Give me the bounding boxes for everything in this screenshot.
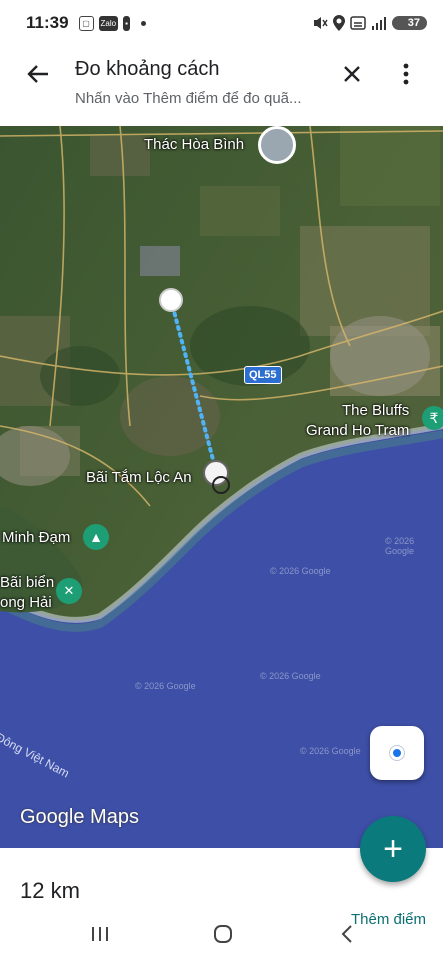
road-sign-ql55: QL55 <box>244 366 282 384</box>
map-watermark: © 2026 Google <box>270 566 331 576</box>
notification-dot-icon <box>140 20 146 26</box>
map-watermark: © 2026 Google <box>260 671 321 681</box>
home-icon[interactable] <box>211 922 235 946</box>
place-label-minh-dam: Minh Đạm <box>2 529 71 546</box>
hotel-marker-icon[interactable]: ₹ <box>422 406 443 430</box>
status-time: 11:39 <box>26 13 69 32</box>
place-label-bai-bien: Bãi biển <box>0 574 55 591</box>
signal-icon <box>371 17 386 30</box>
zalo-icon: Zalo <box>98 15 119 31</box>
system-nav-bar <box>0 910 443 960</box>
location-icon <box>332 15 345 31</box>
satellite-map[interactable]: ₹ ▲ ✕ Thác Hòa Bình The Bluffs Grand Ho … <box>0 126 443 848</box>
place-label-thac-hoa-binh: Thác Hòa Bình <box>144 136 245 153</box>
start-point-marker[interactable] <box>159 288 183 312</box>
app-bar: Đo khoảng cách Nhấn vào Thêm điểm để đo … <box>0 46 443 126</box>
back-arrow-icon[interactable] <box>22 58 54 90</box>
system-back-icon[interactable] <box>336 922 360 946</box>
plus-icon: + <box>383 829 403 868</box>
my-location-button[interactable] <box>370 726 424 780</box>
crosshair-icon <box>212 476 230 494</box>
single-notification-icon: ▪ <box>123 15 130 31</box>
battery-level: 37 <box>407 17 420 29</box>
place-label-grand-ho-tram: Grand Ho Tram <box>306 422 410 439</box>
more-options-icon[interactable] <box>390 58 422 90</box>
screenshot-icon: ▢ <box>78 15 94 31</box>
mute-icon <box>313 17 328 29</box>
battery-indicator: 37 <box>391 16 427 30</box>
place-label-bai-tam-loc-an: Bãi Tắm Lộc An <box>86 469 192 486</box>
google-maps-logo: Google Maps <box>20 806 139 828</box>
close-icon[interactable] <box>336 58 368 90</box>
map-watermark: © 2026 Google <box>135 681 196 691</box>
recent-apps-icon[interactable] <box>88 922 112 946</box>
wifi-icon <box>350 16 366 30</box>
place-label-long-hai: ong Hải <box>0 594 52 611</box>
status-right-icons: 37 <box>312 15 427 31</box>
beach-marker-icon[interactable]: ✕ <box>56 578 82 604</box>
map-watermark: © 2026 Google <box>300 746 361 756</box>
distance-readout: 12 km <box>20 878 80 903</box>
place-photo-thumbnail[interactable] <box>258 126 296 164</box>
place-label-the-bluffs: The Bluffs <box>342 402 410 419</box>
map-watermark: © 2026 Google <box>385 536 415 556</box>
page-subtitle: Nhấn vào Thêm điểm để đo quã... <box>75 90 302 107</box>
status-bar: 11:39 ▢ Zalo ▪ 37 <box>0 0 443 46</box>
page-title: Đo khoảng cách <box>75 58 220 80</box>
my-location-icon <box>390 746 404 760</box>
add-point-button[interactable]: + <box>360 816 426 882</box>
status-left-icons: ▢ Zalo ▪ <box>78 15 146 31</box>
park-marker-icon[interactable]: ▲ <box>83 524 109 550</box>
